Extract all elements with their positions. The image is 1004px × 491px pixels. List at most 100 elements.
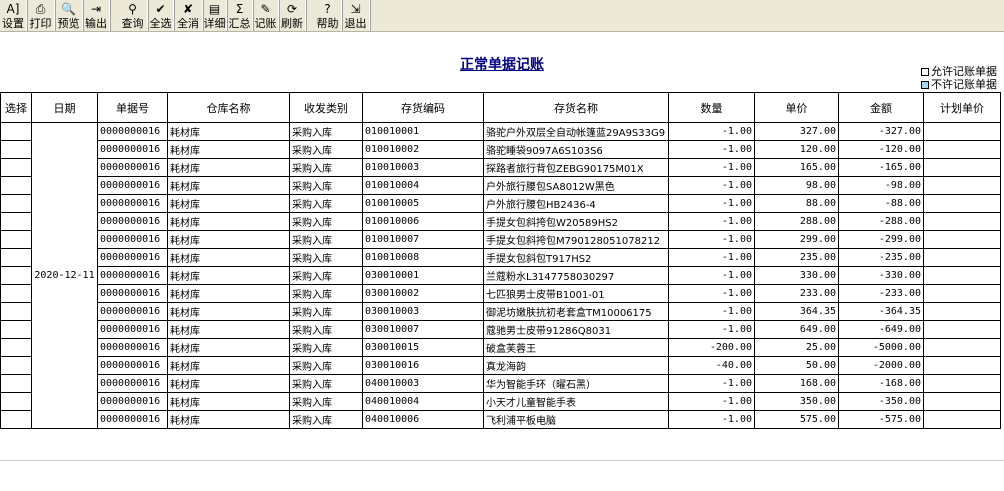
deselect-all-icon: ✘: [182, 2, 194, 16]
column-header[interactable]: 存货名称: [483, 92, 669, 123]
table-row[interactable]: 0000000016 耗材库 采购入库 010010004 户外旅行腰包SA8012W黑…: [0, 176, 1001, 195]
item-name-cell: 蔻驰男士皮带91286Q8031: [483, 320, 669, 339]
io-type-cell: 采购入库: [289, 338, 363, 357]
select-cell[interactable]: [0, 266, 32, 285]
plan-price-cell: [923, 122, 1001, 141]
print-button[interactable]: ⎙ 打印: [27, 0, 55, 31]
select-cell[interactable]: [0, 194, 32, 213]
column-header[interactable]: 计划单价: [923, 92, 1001, 123]
table-row[interactable]: 0000000016 耗材库 采购入库 030010003 御泥坊嫩肤抗初老套盒TM10…: [0, 302, 1001, 321]
preview-label: 预览: [57, 17, 80, 30]
summary-button[interactable]: Σ 汇总: [227, 0, 253, 31]
table-row[interactable]: 0000000016 耗材库 采购入库 030010007 蔻驰男士皮带91286Q80…: [0, 320, 1001, 339]
settings-button[interactable]: A] 设置: [0, 0, 27, 31]
column-header[interactable]: 日期: [31, 92, 98, 123]
column-header[interactable]: 金额: [838, 92, 924, 123]
warehouse-cell: 耗材库: [167, 266, 290, 285]
quantity-cell: -1.00: [668, 230, 755, 249]
column-header[interactable]: 单价: [754, 92, 839, 123]
quantity-cell: -1.00: [668, 248, 755, 267]
warehouse-cell: 耗材库: [167, 356, 290, 375]
deny-swatch-icon: [921, 81, 929, 89]
amount-cell: -649.00: [838, 320, 924, 339]
table-row[interactable]: 0000000016 耗材库 采购入库 030010015 破盒芙蓉王 -200.00 25…: [0, 338, 1001, 357]
table-row[interactable]: 0000000016 耗材库 采购入库 010010005 户外旅行腰包HB2436-4…: [0, 194, 1001, 213]
select-cell[interactable]: [0, 320, 32, 339]
unit-price-cell: 330.00: [754, 266, 839, 285]
settings-label: 设置: [2, 17, 24, 30]
quantity-cell: -1.00: [668, 284, 755, 303]
refresh-button[interactable]: ⟳ 刷新: [279, 0, 306, 31]
table-row[interactable]: 0000000016 耗材库 采购入库 010010003 探路者旅行背包ZEBG901…: [0, 158, 1001, 177]
select-cell[interactable]: [0, 392, 32, 411]
amount-cell: -168.00: [838, 374, 924, 393]
item-name-cell: 骆驼睡袋9097A6S103S6: [483, 140, 669, 159]
deselect-all-button[interactable]: ✘ 全消: [174, 0, 203, 31]
select-cell[interactable]: [0, 374, 32, 393]
table-row[interactable]: 0000000016 耗材库 采购入库 030010016 真龙海韵 -40.00 50.0…: [0, 356, 1001, 375]
select-cell[interactable]: [0, 176, 32, 195]
column-header[interactable]: 数量: [668, 92, 755, 123]
item-name-cell: 御泥坊嫩肤抗初老套盒TM10006175: [483, 302, 669, 321]
help-button[interactable]: ? 帮助: [314, 0, 342, 31]
item-name-cell: 真龙海韵: [483, 356, 669, 375]
amount-cell: -98.00: [838, 176, 924, 195]
table-row[interactable]: 0000000016 耗材库 采购入库 010010006 手提女包斜挎包W20589H…: [0, 212, 1001, 231]
amount-cell: -327.00: [838, 122, 924, 141]
warehouse-cell: 耗材库: [167, 248, 290, 267]
detail-button[interactable]: ▤ 详细: [203, 0, 227, 31]
legend-deny-label: 不许记账单据: [931, 78, 997, 91]
column-header[interactable]: 存货编码: [362, 92, 484, 123]
unit-price-cell: 364.35: [754, 302, 839, 321]
unit-price-cell: 235.00: [754, 248, 839, 267]
plan-price-cell: [923, 338, 1001, 357]
column-header[interactable]: 选择: [0, 92, 32, 123]
doc-number-cell: 0000000016: [97, 230, 168, 249]
item-code-cell: 010010002: [362, 140, 484, 159]
select-cell[interactable]: [0, 248, 32, 267]
deselect-all-label: 全消: [177, 17, 199, 30]
select-cell[interactable]: [0, 122, 32, 141]
query-button[interactable]: ⚲ 查询: [118, 0, 148, 31]
select-cell[interactable]: [0, 140, 32, 159]
table-row[interactable]: 0000000016 耗材库 采购入库 010010007 手提女包斜挎包M790128…: [0, 230, 1001, 249]
table-header-row: 选择 日期 单据号 仓库名称 收发类别 存货编码 存货名称 数量 单价 金额 计划单价: [0, 92, 1001, 123]
item-code-cell: 010010008: [362, 248, 484, 267]
unit-price-cell: 233.00: [754, 284, 839, 303]
preview-button[interactable]: 🔍 预览: [55, 0, 83, 31]
summary-label: 汇总: [228, 17, 251, 30]
item-name-cell: 飞利浦平板电脑: [483, 410, 669, 429]
post-button[interactable]: ✎ 记账: [253, 0, 279, 31]
select-cell[interactable]: [0, 230, 32, 249]
select-cell[interactable]: [0, 158, 32, 177]
exit-button[interactable]: ⇲ 退出: [342, 0, 370, 31]
item-code-cell: 010010007: [362, 230, 484, 249]
column-header[interactable]: 单据号: [97, 92, 168, 123]
table-row[interactable]: 2020-12-11 0000000016 耗材库 采购入库 010010001 骆驼户外…: [0, 122, 1001, 429]
summary-icon: Σ: [235, 2, 244, 16]
amount-cell: -233.00: [838, 284, 924, 303]
select-cell[interactable]: [0, 338, 32, 357]
select-cell[interactable]: [0, 302, 32, 321]
export-button[interactable]: ⇥ 输出: [83, 0, 110, 31]
quantity-cell: -200.00: [668, 338, 755, 357]
plan-price-cell: [923, 356, 1001, 375]
select-cell[interactable]: [0, 212, 32, 231]
item-name-cell: 探路者旅行背包ZEBG90175M01X: [483, 158, 669, 177]
table-row[interactable]: 0000000016 耗材库 采购入库 040010004 小天才儿童智能手表 -1.00…: [0, 392, 1001, 411]
column-header[interactable]: 仓库名称: [167, 92, 290, 123]
select-all-button[interactable]: ✔ 全选: [148, 0, 174, 31]
select-cell[interactable]: [0, 356, 32, 375]
unit-price-cell: 165.00: [754, 158, 839, 177]
select-cell[interactable]: [0, 284, 32, 303]
table-row[interactable]: 0000000016 耗材库 采购入库 010010002 骆驼睡袋9097A6S103…: [0, 140, 1001, 159]
table-row[interactable]: 0000000016 耗材库 采购入库 030010001 兰蔻粉水L314775803…: [0, 266, 1001, 285]
unit-price-cell: 120.00: [754, 140, 839, 159]
select-all-label: 全选: [149, 17, 172, 30]
table-row[interactable]: 0000000016 耗材库 采购入库 010010008 手提女包斜包T917HS2-…: [0, 248, 1001, 267]
select-cell[interactable]: [0, 410, 32, 429]
column-header[interactable]: 收发类别: [289, 92, 363, 123]
table-row[interactable]: 0000000016 耗材库 采购入库 040010003 华为智能手环（曜石黑） -1.…: [0, 374, 1001, 393]
table-row[interactable]: 0000000016 耗材库 采购入库 040010006 飞利浦平板电脑 -1.00 57…: [0, 410, 1001, 429]
table-row[interactable]: 0000000016 耗材库 采购入库 030010002 七匹狼男士皮带B1001-0…: [0, 284, 1001, 303]
